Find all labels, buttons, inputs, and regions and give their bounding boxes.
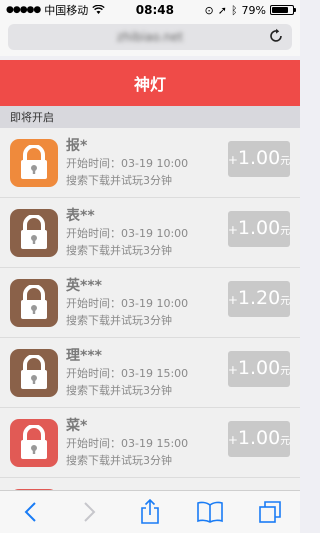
back-button[interactable] [10, 492, 50, 532]
reward-plus: + [227, 153, 238, 167]
list-item[interactable]: 理*** 开始时间：03-19 15:00 搜索下载并试玩3分钟 +1.00 元 [0, 338, 300, 408]
list-item[interactable]: 菜* 开始时间：03-19 15:00 搜索下载并试玩3分钟 +1.00 元 [0, 408, 300, 478]
reward-unit: 元 [280, 226, 291, 237]
lock-app-icon [10, 138, 58, 187]
reward-button[interactable]: +1.00 元 [228, 141, 290, 177]
padlock-icon [21, 144, 47, 179]
lock-app-icon [10, 348, 58, 397]
forward-icon [84, 502, 96, 522]
battery-icon [270, 5, 296, 15]
start-time-label: 开始时间： [66, 226, 121, 240]
share-icon [141, 499, 159, 524]
reward-unit: 元 [280, 436, 291, 447]
start-time-label: 开始时间： [66, 296, 121, 310]
start-time: 03-19 10:00 [121, 226, 189, 240]
reward-button[interactable]: +1.00 元 [228, 211, 290, 247]
reward-button[interactable]: +1.00 元 [228, 421, 290, 457]
reward-unit: 元 [280, 156, 291, 167]
start-time: 03-19 10:00 [121, 156, 189, 170]
reward-amount: 1.00 [237, 357, 281, 379]
page-title: 神灯 [133, 75, 166, 94]
browser-address-area: zhibiao.net [0, 20, 300, 56]
clock: 08:48 [135, 3, 174, 17]
reward-button[interactable]: +1.00 元 [228, 351, 290, 387]
bookmarks-button[interactable] [190, 492, 230, 532]
share-button[interactable] [130, 492, 170, 532]
reload-icon[interactable] [268, 28, 284, 44]
start-time: 03-19 10:00 [121, 296, 189, 310]
reward-unit: 元 [280, 366, 291, 377]
reward-button[interactable]: +1.20 元 [228, 281, 290, 317]
bluetooth-icon: ᛒ [230, 3, 238, 17]
forward-button[interactable] [70, 492, 110, 532]
reward-unit: 元 [280, 296, 291, 307]
list-item[interactable]: 报* 开始时间：03-19 10:00 搜索下载并试玩3分钟 +1.00 元 [0, 128, 300, 198]
url-text: zhibiao.net [116, 30, 184, 44]
reward-amount: 1.00 [237, 217, 281, 239]
back-icon [24, 502, 36, 522]
reward-plus: + [227, 363, 238, 377]
padlock-icon [21, 424, 47, 459]
start-time: 03-19 15:00 [121, 366, 189, 380]
bookmarks-icon [197, 501, 223, 523]
status-bar: ●●●●● 中国移动 08:48 ⊙ ➚ ᛒ 79% [0, 0, 300, 20]
padlock-icon [21, 354, 47, 389]
reward-plus: + [227, 433, 238, 447]
task-list: 报* 开始时间：03-19 10:00 搜索下载并试玩3分钟 +1.00 元表** 开始时… [0, 128, 300, 491]
tabs-icon [259, 501, 281, 523]
reward-amount: 1.20 [237, 287, 281, 309]
tabs-button[interactable] [250, 492, 290, 532]
reward-plus: + [227, 223, 238, 237]
list-item[interactable]: 英*** 开始时间：03-19 10:00 搜索下载并试玩3分钟 +1.20 元 [0, 268, 300, 338]
start-time: 03-19 15:00 [121, 436, 189, 450]
battery-percent: 79% [241, 3, 266, 17]
lock-app-icon [10, 418, 58, 467]
padlock-icon [21, 284, 47, 319]
url-bar[interactable]: zhibiao.net [8, 24, 292, 50]
reward-amount: 1.00 [237, 147, 281, 169]
location-icon: ➚ [217, 3, 227, 17]
wifi-icon [92, 5, 105, 14]
section-title: 即将开启 [10, 111, 54, 124]
list-item[interactable]: 表** 开始时间：03-19 10:00 搜索下载并试玩3分钟 +1.00 元 [0, 198, 300, 268]
browser-toolbar [0, 490, 300, 533]
reward-amount: 1.00 [237, 427, 281, 449]
lock-app-icon [10, 278, 58, 327]
carrier-label: 中国移动 [44, 4, 89, 17]
start-time-label: 开始时间： [66, 366, 121, 380]
page-header: 神灯 [0, 60, 300, 106]
rotation-lock-icon: ⊙ [204, 3, 214, 17]
lock-app-icon [10, 208, 58, 257]
section-header: 即将开启 [0, 106, 300, 128]
start-time-label: 开始时间： [66, 436, 121, 450]
signal-dots-icon: ●●●●● [6, 5, 41, 15]
padlock-icon [21, 214, 47, 249]
start-time-label: 开始时间： [66, 156, 121, 170]
reward-plus: + [227, 293, 238, 307]
